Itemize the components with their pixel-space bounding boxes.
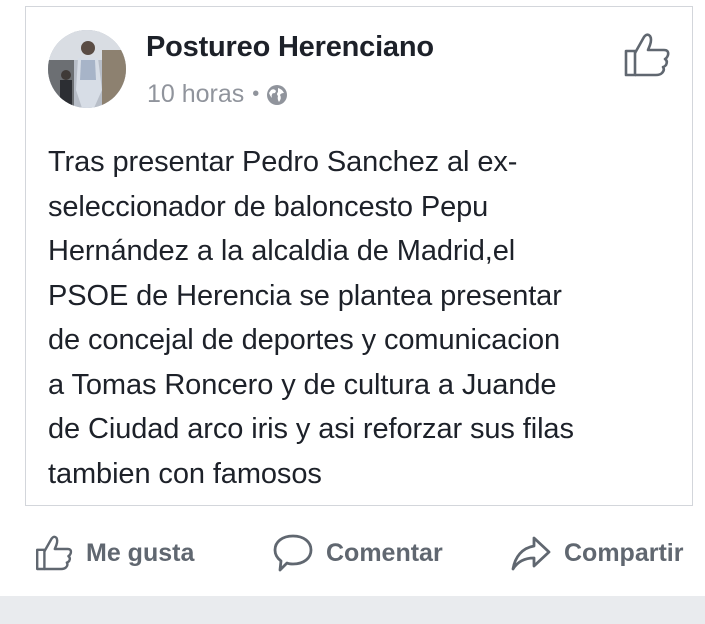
action-bar: Me gusta Comentar Compartir bbox=[0, 524, 705, 582]
avatar-image bbox=[48, 30, 126, 108]
author-name[interactable]: Postureo Herenciano bbox=[146, 31, 434, 64]
like-icon[interactable] bbox=[622, 31, 672, 79]
share-arrow-icon bbox=[511, 536, 551, 571]
comment-label: Comentar bbox=[326, 538, 443, 567]
post-text: Tras presentar Pedro Sanchez al ex- sele… bbox=[48, 146, 574, 490]
like-button[interactable]: Me gusta bbox=[34, 524, 194, 582]
meta-separator: • bbox=[252, 83, 260, 105]
share-label: Compartir bbox=[564, 538, 684, 567]
avatar[interactable] bbox=[48, 30, 126, 108]
feed-divider bbox=[0, 596, 705, 624]
globe-icon bbox=[266, 84, 288, 106]
comment-button[interactable]: Comentar bbox=[272, 524, 443, 582]
like-label: Me gusta bbox=[86, 538, 195, 567]
share-button[interactable]: Compartir bbox=[510, 524, 683, 582]
comment-icon bbox=[273, 534, 313, 572]
timestamp[interactable]: 10 horas bbox=[147, 80, 244, 109]
post-meta: 10 horas • bbox=[147, 80, 288, 109]
thumbs-up-icon bbox=[36, 535, 73, 571]
post-card: Postureo Herenciano 10 horas • Tras pres… bbox=[25, 6, 693, 506]
